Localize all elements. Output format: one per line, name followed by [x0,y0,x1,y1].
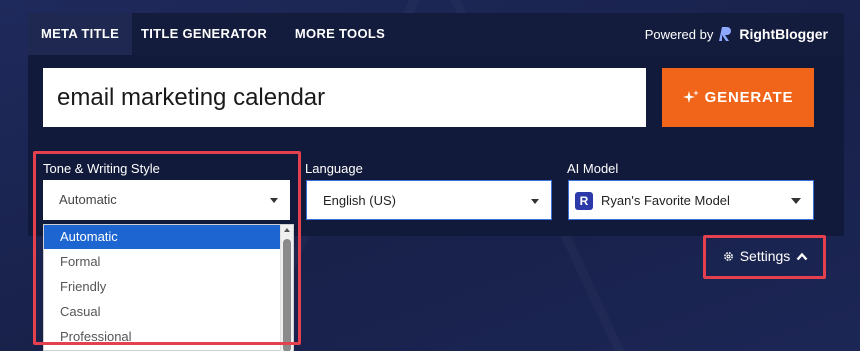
tool-nav-bar: META TITLE TITLE GENERATOR MORE TOOLS Po… [28,13,844,55]
dropdown-option-formal[interactable]: Formal [44,250,281,274]
settings-toggle-button[interactable]: Settings [713,243,818,269]
scrollbar-thumb[interactable] [283,239,291,351]
tab-more-tools[interactable]: MORE TOOLS [290,13,390,55]
tone-select[interactable]: Automatic [43,180,290,220]
chevron-down-icon [270,198,278,203]
generate-button[interactable]: GENERATE [662,68,814,127]
dropdown-option-automatic[interactable]: Automatic [44,225,281,249]
tone-label: Tone & Writing Style [43,161,160,176]
ai-model-label: AI Model [567,161,619,176]
generate-label: GENERATE [704,89,794,106]
scroll-up-arrow-icon[interactable] [284,228,290,232]
powered-by: Powered by RightBlogger [645,13,828,55]
brand-name[interactable]: RightBlogger [739,26,828,42]
chevron-down-icon [531,199,539,204]
tab-title-generator[interactable]: TITLE GENERATOR [140,13,268,55]
gear-icon [723,251,733,261]
ai-model-icon: R [575,192,593,210]
settings-label: Settings [739,248,791,264]
powered-by-label: Powered by [644,26,714,42]
tab-meta-title[interactable]: META TITLE [28,13,132,55]
chevron-down-icon [791,198,801,204]
dropdown-option-casual[interactable]: Casual [44,300,281,324]
ai-model-select[interactable]: R Ryan's Favorite Model [568,180,814,220]
tool-panel: GENERATE Tone & Writing Style Language A… [28,55,844,236]
dropdown-option-friendly[interactable]: Friendly [44,275,281,299]
tone-dropdown-list: Automatic Formal Friendly Casual Profess… [43,224,294,351]
language-select-value: English (US) [323,193,396,208]
tone-select-value: Automatic [59,192,117,207]
language-label: Language [305,161,363,176]
dropdown-option-professional[interactable]: Professional [44,325,281,349]
chevron-up-icon [796,252,808,260]
language-select[interactable]: English (US) [306,180,552,220]
dropdown-scrollbar[interactable] [280,225,293,351]
sparkle-icon [682,89,699,103]
ai-model-select-value: Ryan's Favorite Model [601,193,730,208]
keyword-input[interactable] [43,68,646,127]
rightblogger-logo-icon [719,27,732,41]
